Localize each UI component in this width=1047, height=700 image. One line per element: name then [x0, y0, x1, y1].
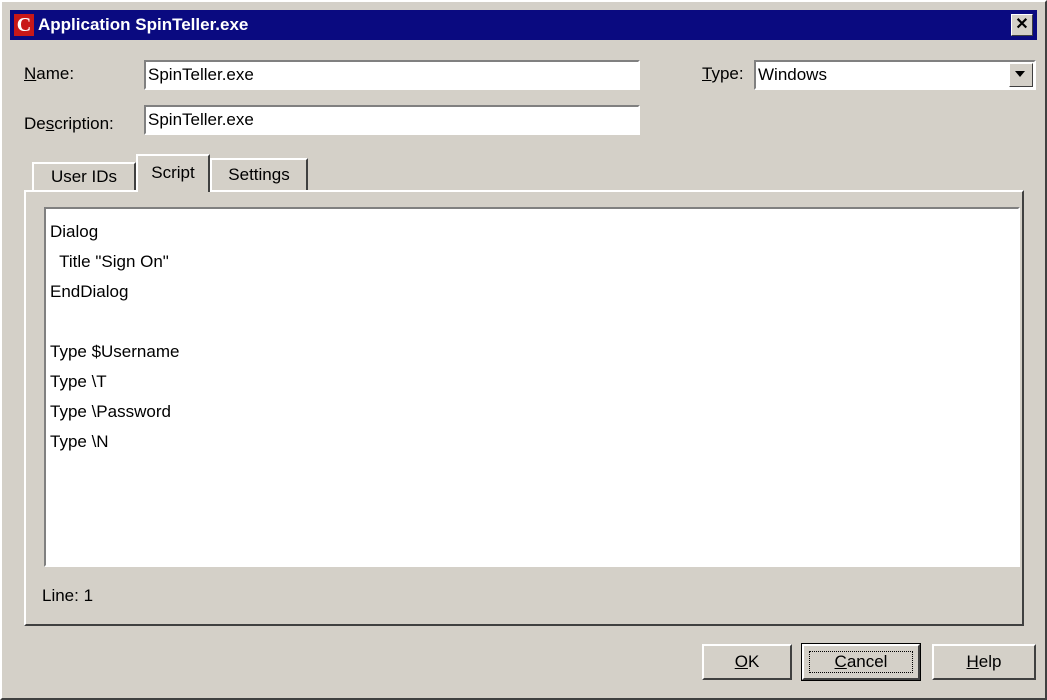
- script-line: Dialog: [50, 222, 99, 241]
- close-icon[interactable]: ✕: [1011, 14, 1033, 36]
- type-label: Type:: [702, 64, 744, 83]
- ok-button[interactable]: OK: [702, 644, 792, 680]
- script-line: [50, 307, 1014, 337]
- focus-rect: [809, 651, 913, 673]
- script-line: EndDialog: [50, 282, 129, 301]
- title-bar[interactable]: C Application SpinTeller.exe ✕: [10, 10, 1037, 40]
- script-line: Type \Password: [50, 402, 171, 421]
- app-icon: C: [14, 14, 34, 36]
- help-button[interactable]: Help: [932, 644, 1036, 680]
- tab-settings[interactable]: Settings: [210, 158, 308, 190]
- name-label: Name:: [24, 64, 75, 83]
- tab-user-ids[interactable]: User IDs: [32, 162, 136, 190]
- description-label: Description:: [24, 114, 114, 133]
- script-line: Type \N: [50, 432, 109, 451]
- script-line: Type \T: [50, 372, 107, 391]
- description-field[interactable]: SpinTeller.exe: [144, 105, 640, 135]
- cancel-button[interactable]: Cancel: [801, 643, 921, 681]
- dialog-window: C Application SpinTeller.exe ✕ Name: Spi…: [0, 0, 1047, 700]
- window-title: Application SpinTeller.exe: [38, 15, 249, 34]
- tab-script[interactable]: Script: [136, 154, 210, 192]
- type-select-value: Windows: [758, 65, 827, 84]
- type-select[interactable]: Windows: [754, 60, 1036, 90]
- script-line: Title "Sign On": [50, 252, 169, 271]
- chevron-down-icon[interactable]: [1009, 63, 1033, 87]
- script-editor[interactable]: Dialog Title "Sign On" EndDialog Type $U…: [44, 207, 1020, 567]
- script-line: Type $Username: [50, 342, 180, 361]
- name-field[interactable]: SpinTeller.exe: [144, 60, 640, 90]
- line-status: Line: 1: [42, 586, 94, 605]
